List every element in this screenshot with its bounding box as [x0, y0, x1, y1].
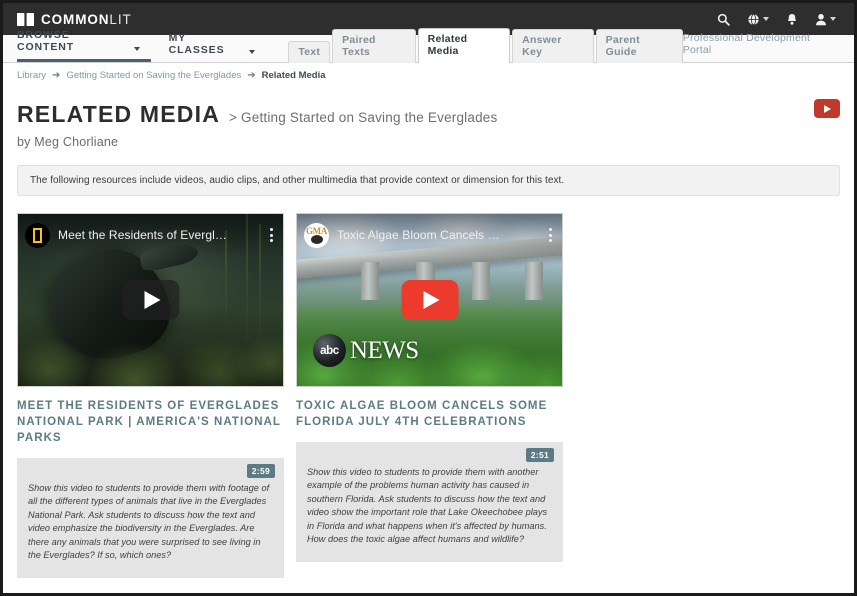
bridge-pier-shape: [360, 262, 380, 300]
media-card: Meet the Residents of Evergl… MEET THE R…: [17, 213, 284, 579]
bridge-pier-shape: [524, 262, 544, 300]
more-options-icon[interactable]: [268, 225, 275, 245]
video-player-natgeo[interactable]: Meet the Residents of Evergl…: [17, 213, 284, 387]
player-header: Meet the Residents of Evergl…: [18, 214, 283, 256]
abc-news-watermark: abc NEWS: [312, 334, 419, 368]
page-subtitle: > Getting Started on Saving the Everglad…: [229, 110, 498, 125]
chevron-down-icon: [763, 17, 769, 21]
tab-parent-guide[interactable]: Parent Guide: [595, 29, 683, 63]
breadcrumb-lesson[interactable]: Getting Started on Saving the Everglades: [66, 70, 241, 81]
lesson-tabs: Text Paired Texts Related Media Answer K…: [288, 28, 683, 63]
professional-development-portal-link[interactable]: Professional Development Portal: [683, 32, 854, 62]
nav-my-classes-label: MY CLASSES: [168, 32, 225, 56]
language-globe-icon[interactable]: [747, 13, 769, 26]
abc-news-wordmark: NEWS: [349, 336, 419, 364]
duration-badge: 2:59: [246, 464, 275, 478]
media-card: abc NEWS GMA Toxic Algae Bloom Cancels …: [296, 213, 563, 563]
author-byline: by Meg Chorliane: [17, 135, 119, 149]
breadcrumb-library[interactable]: Library: [17, 70, 46, 81]
player-video-title[interactable]: Meet the Residents of Evergl…: [58, 228, 260, 242]
nav-my-classes[interactable]: MY CLASSES: [168, 32, 267, 62]
breadcrumb-arrow-icon: ➔: [247, 70, 256, 81]
tab-answer-key[interactable]: Answer Key: [512, 29, 594, 63]
player-header: GMA Toxic Algae Bloom Cancels …: [297, 214, 562, 256]
nav-browse-content-label: BROWSE CONTENT: [17, 29, 75, 53]
play-triangle-icon: [423, 291, 439, 309]
breadcrumb-arrow-icon: ➔: [52, 70, 61, 81]
breadcrumb-current: Related Media: [261, 70, 326, 81]
book-icon: [17, 12, 34, 26]
bridge-pier-shape: [471, 262, 491, 300]
gma-avatar[interactable]: GMA: [304, 222, 329, 248]
title-line: RELATED MEDIA > Getting Started on Savin…: [17, 101, 840, 128]
play-button[interactable]: [122, 280, 179, 320]
brand-light: LIT: [109, 11, 132, 27]
natgeo-rectangle-icon: [33, 227, 42, 243]
youtube-badge-icon[interactable]: [814, 99, 840, 118]
bell-glyph: [787, 13, 797, 25]
header-icon-group: [717, 13, 840, 26]
notifications-bell-icon[interactable]: [786, 13, 798, 26]
browser-window: COMMONLIT BROWSE CONTENT MY CLASSES Text…: [0, 0, 857, 596]
nav-tab-bar: BROWSE CONTENT MY CLASSES Text Paired Te…: [3, 28, 854, 63]
resources-notice: The following resources include videos, …: [17, 165, 840, 196]
search-icon[interactable]: [717, 13, 730, 26]
media-card-title[interactable]: MEET THE RESIDENTS OF EVERGLADES NATIONA…: [17, 398, 284, 446]
media-card-description-panel: 2:59 Show this video to students to prov…: [17, 458, 284, 579]
media-card-title[interactable]: TOXIC ALGAE BLOOM CANCELS SOME FLORIDA J…: [296, 398, 563, 430]
chevron-down-icon: [133, 47, 140, 51]
tab-paired-texts[interactable]: Paired Texts: [332, 29, 416, 63]
media-card-description-panel: 2:51 Show this video to students to prov…: [296, 442, 563, 563]
player-video-title[interactable]: Toxic Algae Bloom Cancels …: [337, 228, 539, 242]
globe-glyph: [748, 13, 759, 25]
duration-badge: 2:51: [525, 448, 554, 462]
account-menu-icon[interactable]: [815, 13, 836, 26]
user-glyph: [816, 13, 826, 25]
page-title-block: RELATED MEDIA > Getting Started on Savin…: [3, 87, 854, 149]
media-card-list: Meet the Residents of Evergl… MEET THE R…: [3, 196, 854, 579]
play-triangle-icon: [144, 291, 160, 309]
brand-bold: COMMON: [41, 11, 110, 27]
more-options-icon[interactable]: [547, 225, 554, 245]
tab-text[interactable]: Text: [288, 41, 331, 63]
primary-nav: BROWSE CONTENT MY CLASSES: [17, 29, 284, 62]
video-player-gma[interactable]: abc NEWS GMA Toxic Algae Bloom Cancels …: [296, 213, 563, 387]
nav-browse-content[interactable]: BROWSE CONTENT: [17, 29, 151, 62]
natgeo-avatar[interactable]: [25, 222, 50, 248]
chevron-down-icon: [249, 50, 256, 54]
play-triangle-icon: [824, 104, 832, 113]
brand-text: COMMONLIT: [41, 12, 132, 27]
tab-related-media[interactable]: Related Media: [417, 28, 511, 63]
play-button[interactable]: [401, 280, 458, 320]
commonlit-logo[interactable]: COMMONLIT: [17, 12, 132, 27]
gma-sub-shape: [310, 235, 323, 244]
breadcrumb: Library ➔ Getting Started on Saving the …: [3, 63, 854, 87]
abc-logo-icon: abc: [312, 334, 346, 368]
chevron-down-icon: [830, 17, 836, 21]
media-card-description: Show this video to students to provide t…: [28, 483, 270, 561]
media-card-description: Show this video to students to provide t…: [307, 467, 548, 545]
page-title: RELATED MEDIA: [17, 101, 221, 127]
search-glyph: [717, 13, 730, 26]
